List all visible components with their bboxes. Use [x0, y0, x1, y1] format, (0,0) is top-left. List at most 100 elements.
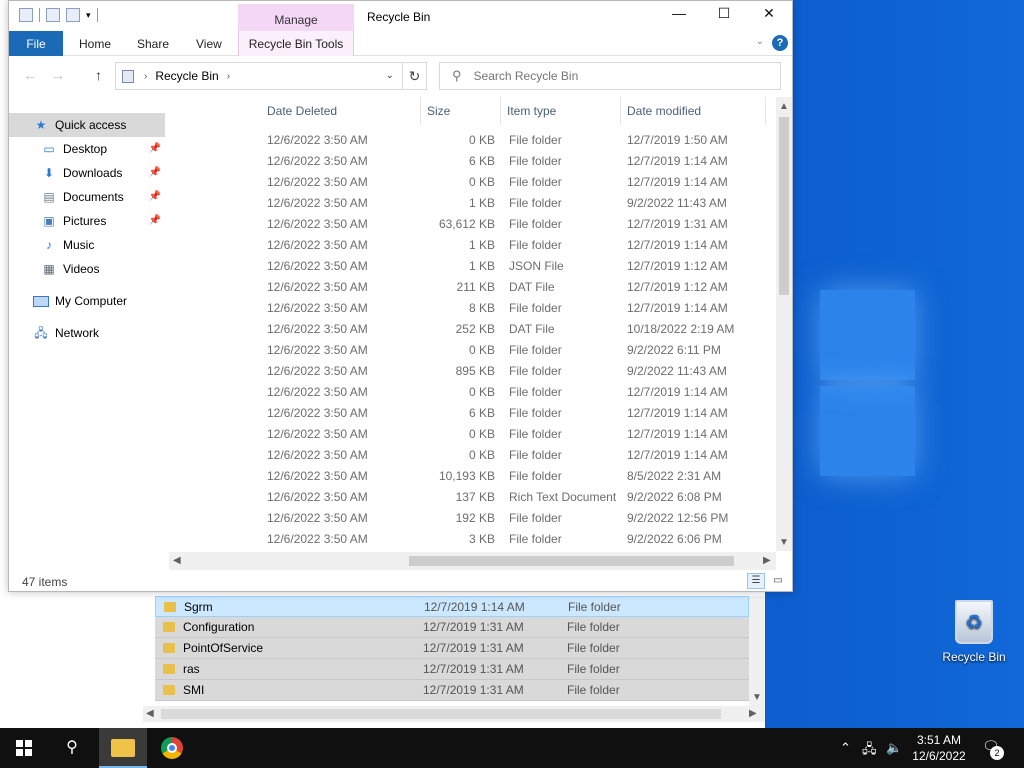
table-row[interactable]: 12/6/2022 3:50 AM 895 KB File folder 9/2/20…: [261, 360, 773, 381]
taskbar: ⚲ ⌃ 🖧 🔈 3:51 AM 12/6/2022 🗨 2: [0, 728, 1024, 768]
table-row[interactable]: 12/6/2022 3:50 AM 0 KB File folder 12/7/201…: [261, 423, 773, 444]
search-box[interactable]: ⚲: [439, 62, 781, 90]
chevron-up-icon[interactable]: ⌃: [840, 740, 851, 756]
sidebar-item-music[interactable]: ♪ Music: [9, 233, 165, 257]
date-deleted-cell: 12/6/2022 3:50 AM: [267, 342, 368, 357]
scroll-down-icon[interactable]: ▼: [752, 692, 762, 703]
pin-icon[interactable]: 📌: [149, 167, 161, 178]
tab-recycle-bin-tools[interactable]: Recycle Bin Tools: [238, 31, 354, 56]
table-row[interactable]: 12/6/2022 3:50 AM 252 KB DAT File 10/18/202…: [261, 318, 773, 339]
pin-icon[interactable]: 📌: [149, 191, 161, 202]
scroll-down-icon[interactable]: ▼: [779, 537, 789, 548]
minimize-button[interactable]: —: [656, 5, 702, 27]
column-header-date-deleted[interactable]: Date Deleted: [261, 97, 421, 125]
column-header-date-modified[interactable]: Date modified: [621, 97, 766, 125]
list-item[interactable]: Sgrm 12/7/2019 1:14 AM File folder: [155, 596, 749, 617]
table-row[interactable]: 12/6/2022 3:50 AM 137 KB Rich Text Documen…: [261, 486, 773, 507]
table-row[interactable]: 12/6/2022 3:50 AM 8 KB File folder 12/7/201…: [261, 297, 773, 318]
table-row[interactable]: 12/6/2022 3:50 AM 63,612 KB File folder 12/…: [261, 213, 773, 234]
table-row[interactable]: 12/6/2022 3:50 AM 6 KB File folder 12/7/201…: [261, 150, 773, 171]
scroll-right-icon[interactable]: ▶: [749, 708, 757, 719]
help-icon[interactable]: ?: [772, 35, 788, 51]
list-item[interactable]: PointOfService 12/7/2019 1:31 AM File fold…: [155, 638, 749, 659]
scroll-thumb[interactable]: [779, 117, 789, 295]
background-explorer-window[interactable]: Sgrm 12/7/2019 1:14 AM File folder Configur…: [0, 592, 765, 728]
table-row[interactable]: 12/6/2022 3:50 AM 6 KB File folder 12/7/201…: [261, 402, 773, 423]
scroll-right-icon[interactable]: ▶: [763, 555, 771, 566]
sidebar-item-quick-access[interactable]: ★ Quick access: [9, 113, 165, 137]
chevron-right-icon[interactable]: ›: [144, 71, 147, 82]
tab-view[interactable]: View: [196, 31, 222, 56]
search-input[interactable]: [473, 69, 754, 83]
start-button[interactable]: [0, 728, 48, 768]
network-tray-icon[interactable]: 🖧: [862, 740, 877, 762]
forward-arrow-icon[interactable]: →: [51, 67, 65, 83]
list-item[interactable]: Configuration 12/7/2019 1:31 AM File folde…: [155, 617, 749, 638]
scroll-thumb[interactable]: [161, 709, 721, 719]
date-modified-cell: 12/7/2019 1:14 AM: [627, 426, 728, 441]
scroll-up-icon[interactable]: ▲: [779, 101, 789, 112]
table-row[interactable]: 12/6/2022 3:50 AM 211 KB DAT File 12/7/2019…: [261, 276, 773, 297]
pin-icon[interactable]: 📌: [149, 215, 161, 226]
close-button[interactable]: ✕: [746, 5, 792, 27]
desktop-recycle-bin[interactable]: Recycle Bin: [938, 600, 1010, 664]
background-horizontal-scrollbar[interactable]: ◀ ▶: [143, 706, 765, 722]
address-bar[interactable]: › Recycle Bin › ⌄: [115, 62, 403, 90]
horizontal-scrollbar[interactable]: ◀ ▶: [169, 552, 776, 570]
manage-contextual-tab[interactable]: Manage: [238, 4, 354, 31]
table-row[interactable]: 12/6/2022 3:50 AM 3 KB File folder 9/2/2022…: [261, 528, 773, 549]
large-icons-view-button[interactable]: ▭: [769, 573, 787, 589]
item-type-cell: File folder: [509, 510, 562, 525]
back-arrow-icon[interactable]: ←: [23, 67, 37, 83]
expand-ribbon-icon[interactable]: ⌄: [756, 36, 764, 47]
chevron-down-icon[interactable]: ▾: [86, 10, 91, 21]
list-item[interactable]: SMI 12/7/2019 1:31 AM File folder: [155, 680, 749, 701]
chevron-right-icon[interactable]: ›: [227, 71, 230, 82]
sidebar-item-downloads[interactable]: ⬇ Downloads 📌: [9, 161, 165, 185]
volume-icon[interactable]: 🔈: [886, 740, 902, 756]
table-row[interactable]: 12/6/2022 3:50 AM 10,193 KB File folder 8/5…: [261, 465, 773, 486]
scroll-left-icon[interactable]: ◀: [173, 555, 181, 566]
background-vertical-scrollbar[interactable]: ▼: [749, 596, 765, 706]
vertical-scrollbar[interactable]: ▲ ▼: [776, 97, 792, 551]
quick-access-toolbar: ▾: [19, 8, 98, 22]
table-row[interactable]: 12/6/2022 3:50 AM 1 KB JSON File 12/7/2019 …: [261, 255, 773, 276]
table-row[interactable]: 12/6/2022 3:50 AM 0 KB File folder 12/7/201…: [261, 129, 773, 150]
new-folder-icon[interactable]: [66, 8, 80, 22]
table-row[interactable]: 12/6/2022 3:50 AM 0 KB File folder 9/2/2022…: [261, 339, 773, 360]
properties-icon[interactable]: [46, 8, 60, 22]
pin-icon[interactable]: 📌: [149, 143, 161, 154]
search-taskbar-button[interactable]: ⚲: [48, 728, 96, 768]
details-view-button[interactable]: ☰: [747, 573, 765, 589]
date-modified-cell: 9/2/2022 6:08 PM: [627, 489, 722, 504]
table-row[interactable]: 12/6/2022 3:50 AM 1 KB File folder 12/7/201…: [261, 234, 773, 255]
column-header-size[interactable]: Size: [421, 97, 501, 125]
sidebar-item-network[interactable]: 🖧 Network: [9, 321, 165, 345]
chevron-down-icon[interactable]: ⌄: [386, 70, 394, 81]
sidebar-item-videos[interactable]: ▦ Videos: [9, 257, 165, 281]
up-arrow-icon[interactable]: ↑: [95, 67, 102, 83]
scroll-left-icon[interactable]: ◀: [146, 708, 154, 719]
tab-share[interactable]: Share: [137, 31, 169, 56]
tab-file[interactable]: File: [9, 31, 63, 56]
sidebar-item-documents[interactable]: ▤ Documents 📌: [9, 185, 165, 209]
table-row[interactable]: 12/6/2022 3:50 AM 192 KB File folder 9/2/20…: [261, 507, 773, 528]
list-item[interactable]: ras 12/7/2019 1:31 AM File folder: [155, 659, 749, 680]
clock[interactable]: 3:51 AM 12/6/2022: [904, 732, 974, 764]
table-row[interactable]: 12/6/2022 3:50 AM 0 KB File folder 12/7/201…: [261, 381, 773, 402]
title-bar[interactable]: ▾ Manage Recycle Bin — ☐ ✕: [9, 1, 792, 31]
breadcrumb[interactable]: Recycle Bin: [155, 69, 218, 83]
windows-logo-wallpaper: [820, 290, 1020, 480]
action-center-button[interactable]: 🗨 2: [982, 738, 1004, 760]
table-row[interactable]: 12/6/2022 3:50 AM 0 KB File folder 12/7/201…: [261, 444, 773, 465]
sidebar-item-pictures[interactable]: ▣ Pictures 📌: [9, 209, 165, 233]
table-row[interactable]: 12/6/2022 3:50 AM 0 KB File folder 12/7/201…: [261, 171, 773, 192]
column-header-item-type[interactable]: Item type: [501, 97, 621, 125]
maximize-button[interactable]: ☐: [701, 5, 747, 27]
table-row[interactable]: 12/6/2022 3:50 AM 1 KB File folder 9/2/2022…: [261, 192, 773, 213]
refresh-button[interactable]: ↻: [403, 62, 427, 90]
tab-home[interactable]: Home: [79, 31, 111, 56]
sidebar-item-desktop[interactable]: ▭ Desktop 📌: [9, 137, 165, 161]
scroll-thumb[interactable]: [409, 556, 734, 566]
sidebar-item-my-computer[interactable]: My Computer: [9, 289, 165, 313]
